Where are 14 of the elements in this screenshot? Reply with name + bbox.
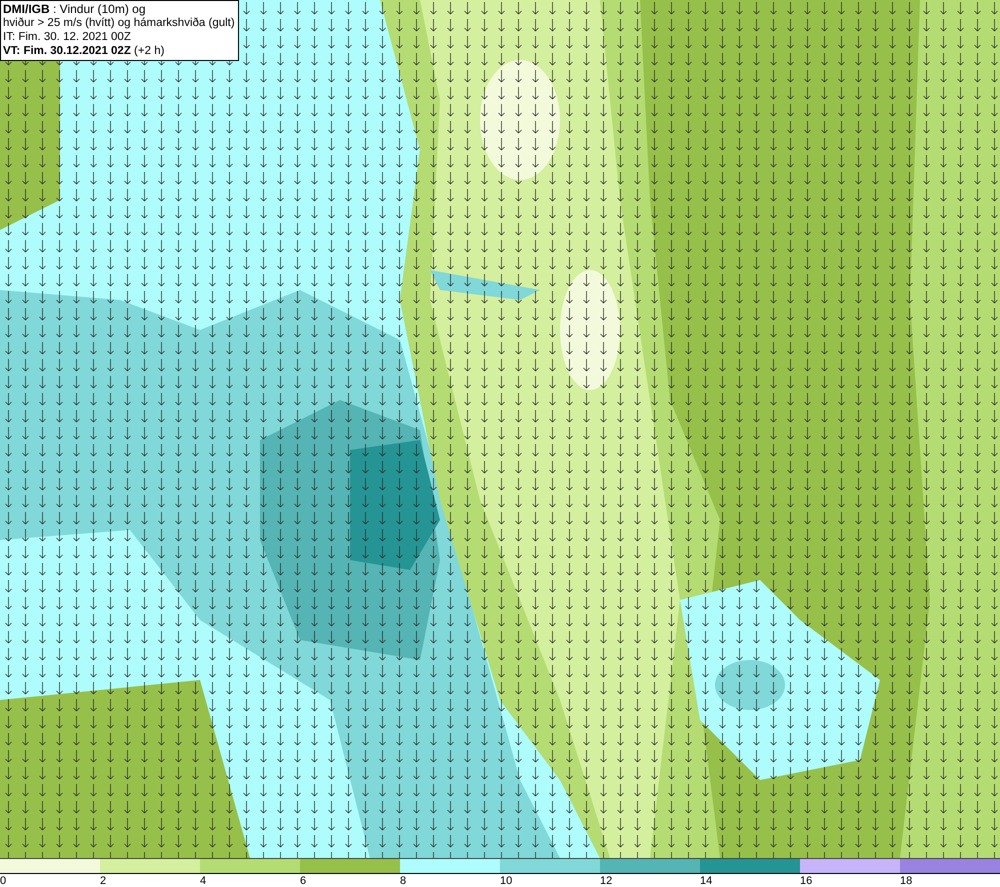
legend-label: 0 bbox=[0, 875, 6, 887]
legend-label: 4 bbox=[200, 875, 206, 887]
info-line: hviður > 25 m/s (hvítt) og hámarkshviða (gult) bbox=[3, 16, 235, 30]
legend-label: 16 bbox=[800, 875, 812, 887]
legend-label: 6 bbox=[300, 875, 306, 887]
legend-label: 14 bbox=[700, 875, 712, 887]
info-line: VT: Fim. 30.12.2021 02Z (+2 h) bbox=[3, 44, 166, 58]
legend-label: 12 bbox=[600, 875, 612, 887]
legend-label: 2 bbox=[100, 875, 106, 887]
info-line: IT: Fim. 30. 12. 2021 00Z bbox=[3, 30, 132, 44]
legend-label: 10 bbox=[500, 875, 512, 887]
info-line: DMI/IGB : Vindur (10m) og bbox=[3, 2, 146, 16]
legend-label: 18 bbox=[900, 875, 912, 887]
legend-label: 8 bbox=[400, 875, 406, 887]
